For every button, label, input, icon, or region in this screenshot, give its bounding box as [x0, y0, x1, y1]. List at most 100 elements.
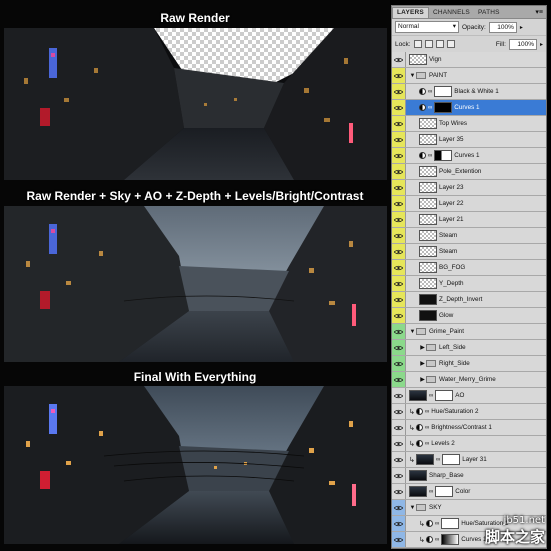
layer-thumbnail[interactable] — [419, 166, 437, 177]
layer-row[interactable]: Glow — [392, 308, 546, 324]
visibility-eye-icon[interactable] — [392, 436, 406, 451]
layer-thumbnail[interactable] — [419, 134, 437, 145]
layer-thumbnail[interactable] — [419, 198, 437, 209]
visibility-eye-icon[interactable] — [392, 196, 406, 211]
fill-arrow-icon[interactable]: ▸ — [540, 41, 543, 48]
layer-mask-thumbnail[interactable] — [435, 486, 454, 497]
layer-thumbnail[interactable] — [419, 278, 437, 289]
layer-row[interactable]: BG_FOG — [392, 260, 546, 276]
layer-group-row[interactable]: ▶ Right_Side — [392, 356, 546, 372]
layer-row[interactable]: ↳ ∞ Brightness/Contrast 1 — [392, 420, 546, 436]
opacity-field[interactable]: 100% — [488, 21, 517, 33]
tab-layers[interactable]: LAYERS — [392, 7, 429, 18]
visibility-eye-icon[interactable] — [392, 484, 406, 499]
layer-mask-thumbnail[interactable] — [441, 534, 460, 545]
layer-thumbnail[interactable] — [419, 262, 437, 273]
layer-mask-thumbnail[interactable] — [434, 102, 453, 113]
visibility-eye-icon[interactable] — [392, 228, 406, 243]
visibility-eye-icon[interactable] — [392, 452, 406, 467]
lock-all-icon[interactable] — [446, 40, 455, 48]
visibility-eye-icon[interactable] — [392, 132, 406, 147]
layer-row[interactable]: ∞ Color — [392, 484, 546, 500]
layer-thumbnail[interactable] — [419, 118, 437, 129]
layer-group-row[interactable]: ▶ Water_Merry_Grime — [392, 372, 546, 388]
group-toggle-icon[interactable]: ▼ — [409, 505, 416, 511]
fill-field[interactable]: 100% — [508, 38, 537, 50]
visibility-eye-icon[interactable] — [392, 212, 406, 227]
layer-row[interactable]: ↳ ∞ Layer 31 — [392, 452, 546, 468]
visibility-eye-icon[interactable] — [392, 292, 406, 307]
layer-thumbnail[interactable] — [409, 470, 427, 481]
visibility-eye-icon[interactable] — [392, 500, 406, 515]
panel-menu-icon[interactable]: ▾≡ — [532, 8, 546, 18]
lock-image-icon[interactable] — [424, 40, 433, 48]
group-toggle-icon[interactable]: ▶ — [419, 360, 426, 367]
layer-row[interactable]: ∞ Curves 1 — [392, 148, 546, 164]
layer-row[interactable]: Steam — [392, 228, 546, 244]
layer-row[interactable]: Layer 35 — [392, 132, 546, 148]
lock-transparency-icon[interactable] — [413, 40, 422, 48]
layer-mask-thumbnail[interactable] — [441, 518, 460, 529]
layer-row[interactable]: Z_Depth_Invert — [392, 292, 546, 308]
layer-row[interactable]: Layer 22 — [392, 196, 546, 212]
layer-row[interactable]: Layer 21 — [392, 212, 546, 228]
group-toggle-icon[interactable]: ▼ — [409, 73, 416, 79]
visibility-eye-icon[interactable] — [392, 276, 406, 291]
layer-row[interactable]: Steam — [392, 244, 546, 260]
visibility-eye-icon[interactable] — [392, 516, 406, 531]
visibility-eye-icon[interactable] — [392, 244, 406, 259]
layer-thumbnail[interactable] — [409, 54, 427, 65]
layer-row[interactable]: ↳∞ — [392, 548, 546, 549]
tab-paths[interactable]: PATHS — [474, 8, 504, 18]
visibility-eye-icon[interactable] — [392, 548, 406, 549]
lock-position-icon[interactable] — [435, 40, 444, 48]
group-toggle-icon[interactable]: ▶ — [419, 376, 426, 383]
layer-thumbnail[interactable] — [419, 294, 437, 305]
tab-channels[interactable]: CHANNELS — [429, 8, 474, 18]
layer-row[interactable]: Layer 23 — [392, 180, 546, 196]
visibility-eye-icon[interactable] — [392, 68, 406, 83]
visibility-eye-icon[interactable] — [392, 340, 406, 355]
group-toggle-icon[interactable]: ▼ — [409, 329, 416, 335]
layer-thumbnail[interactable] — [419, 182, 437, 193]
visibility-eye-icon[interactable] — [392, 532, 406, 547]
layer-thumbnail[interactable] — [419, 214, 437, 225]
layer-thumbnail[interactable] — [416, 454, 434, 465]
layer-mask-thumbnail[interactable] — [434, 150, 453, 161]
layer-row[interactable]: ↳ ∞ Hue/Saturation 2 — [392, 404, 546, 420]
visibility-eye-icon[interactable] — [392, 52, 406, 67]
layer-row[interactable]: ∞ Black & White 1 — [392, 84, 546, 100]
layer-row[interactable]: Top Wires — [392, 116, 546, 132]
layer-mask-thumbnail[interactable] — [442, 454, 461, 465]
layer-thumbnail[interactable] — [419, 230, 437, 241]
opacity-arrow-icon[interactable]: ▸ — [520, 24, 523, 31]
layer-row[interactable]: ∞ Curves 1 — [392, 100, 546, 116]
visibility-eye-icon[interactable] — [392, 260, 406, 275]
visibility-eye-icon[interactable] — [392, 100, 406, 115]
visibility-eye-icon[interactable] — [392, 116, 406, 131]
layer-row[interactable]: Y_Depth — [392, 276, 546, 292]
layer-thumbnail[interactable] — [409, 486, 427, 497]
layer-group-row[interactable]: ▼ SKY — [392, 500, 546, 516]
visibility-eye-icon[interactable] — [392, 404, 406, 419]
visibility-eye-icon[interactable] — [392, 308, 406, 323]
blend-mode-select[interactable]: Normal ▾ — [395, 21, 459, 33]
visibility-eye-icon[interactable] — [392, 388, 406, 403]
layer-group-row[interactable]: ▼ PAINT — [392, 68, 546, 84]
group-toggle-icon[interactable]: ▶ — [419, 344, 426, 351]
layer-row[interactable]: ↳ ∞ Levels 2 — [392, 436, 546, 452]
visibility-eye-icon[interactable] — [392, 148, 406, 163]
layer-group-row[interactable]: ▼ Grime_Paint — [392, 324, 546, 340]
layer-thumbnail[interactable] — [409, 390, 427, 401]
layer-row[interactable]: ∞ AO — [392, 388, 546, 404]
layer-row[interactable]: Vign — [392, 52, 546, 68]
layer-thumbnail[interactable] — [419, 246, 437, 257]
visibility-eye-icon[interactable] — [392, 324, 406, 339]
layer-row[interactable]: Pole_Extention — [392, 164, 546, 180]
visibility-eye-icon[interactable] — [392, 468, 406, 483]
layer-mask-thumbnail[interactable] — [434, 86, 453, 97]
visibility-eye-icon[interactable] — [392, 420, 406, 435]
visibility-eye-icon[interactable] — [392, 356, 406, 371]
layer-row[interactable]: Sharp_Base — [392, 468, 546, 484]
layer-thumbnail[interactable] — [419, 310, 437, 321]
